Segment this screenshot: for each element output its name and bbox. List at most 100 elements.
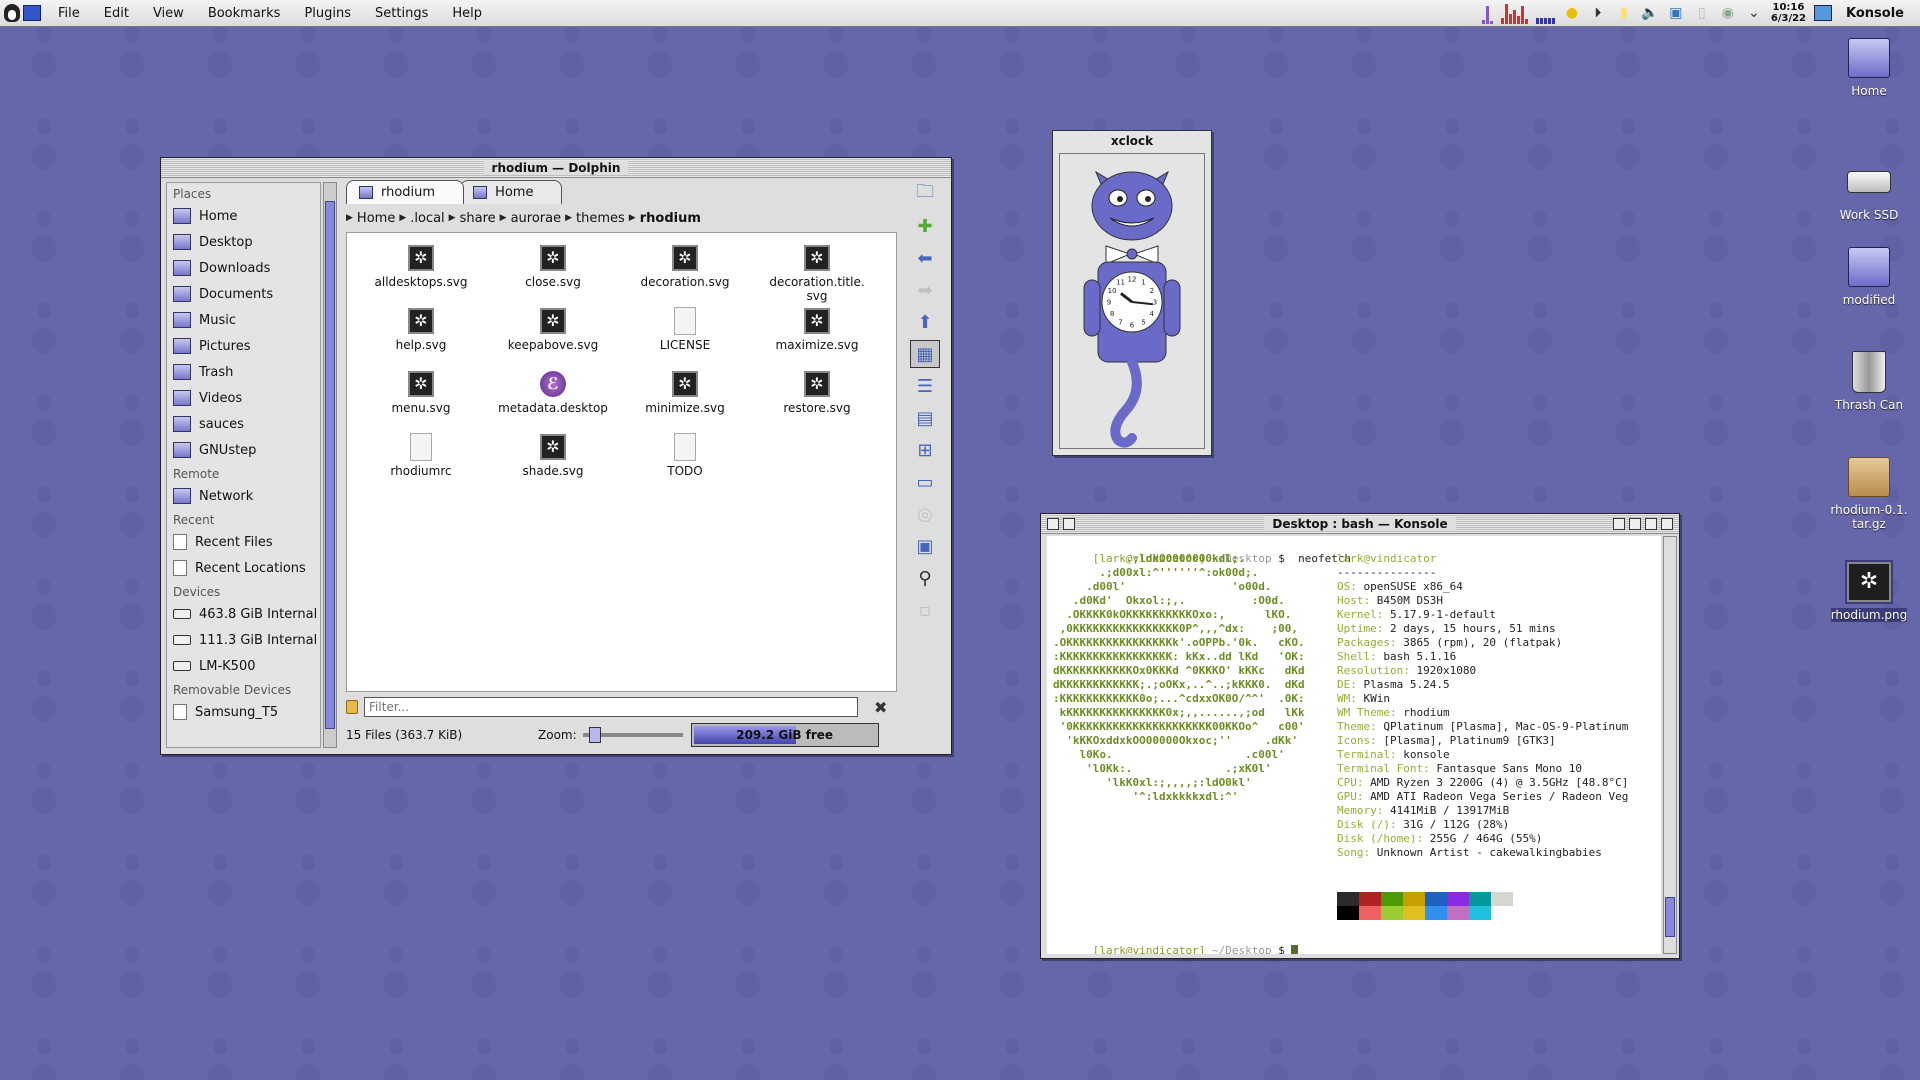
shade-button[interactable] (1661, 518, 1673, 530)
breadcrumb-segment[interactable]: ▶ rhodium (629, 211, 701, 226)
file-item[interactable]: ✲ help.svg (355, 306, 487, 369)
places-item-network[interactable]: Network (167, 483, 320, 509)
forward-icon[interactable]: ➡ (910, 276, 940, 304)
places-item-recent[interactable]: Recent Locations (167, 555, 320, 581)
tab-rhodium[interactable]: rhodium (346, 180, 465, 204)
menu-button[interactable] (1063, 518, 1075, 530)
icons-view-icon[interactable]: ▦ (910, 340, 940, 368)
breadcrumb-segment[interactable]: ▶ aurorae (500, 211, 561, 226)
file-item[interactable]: ✲ decoration.svg (619, 243, 751, 306)
file-item[interactable]: rhodiumrc (355, 432, 487, 495)
file-item[interactable]: ✲ decoration.title. svg (751, 243, 883, 306)
desktop-icon[interactable]: modified (1824, 245, 1914, 307)
back-icon[interactable]: ⬅ (910, 244, 940, 272)
scrollbar-thumb[interactable] (1665, 897, 1675, 937)
tab-home[interactable]: Home (460, 180, 563, 204)
places-item-device[interactable]: LM-K500 (167, 653, 320, 679)
search-icon[interactable]: ⚲ (910, 564, 940, 592)
file-item[interactable]: TODO (619, 432, 751, 495)
dolphin-titlebar[interactable]: rhodium — Dolphin (161, 158, 951, 178)
places-item-recent[interactable]: Recent Files (167, 529, 320, 555)
cpu-monitor-icon[interactable] (1500, 2, 1528, 24)
file-item[interactable]: LICENSE (619, 306, 751, 369)
wifi-icon[interactable]: ◉ (1719, 4, 1737, 22)
close-icon[interactable]: ✖ (874, 698, 887, 717)
lock-icon[interactable] (346, 700, 358, 714)
file-item[interactable]: ✲ maximize.svg (751, 306, 883, 369)
desktop-icon[interactable]: ✲ rhodium.png (1824, 560, 1914, 622)
add-icon[interactable]: ✚ (910, 212, 940, 240)
close-button[interactable] (1047, 518, 1059, 530)
menu-bookmarks[interactable]: Bookmarks (196, 0, 293, 27)
desktop-icon[interactable]: Home (1824, 36, 1914, 98)
desktop-icon[interactable]: rhodium-0.1. tar.gz (1824, 455, 1914, 531)
desktop-icon[interactable]: Work SSD (1824, 160, 1914, 222)
scrollbar-thumb[interactable] (325, 201, 335, 729)
xclock-title[interactable]: xclock (1053, 131, 1211, 151)
up-icon[interactable]: ⬆ (910, 308, 940, 336)
breadcrumb-segment[interactable]: ▶ themes (565, 211, 625, 226)
panel-icon[interactable]: ▣ (910, 532, 940, 560)
file-item[interactable]: ✲ minimize.svg (619, 369, 751, 432)
places-item-videos[interactable]: Videos (167, 385, 320, 411)
terminal-output[interactable]: [lark@vindicator] ~/Desktop $ neofetch .… (1047, 536, 1661, 954)
places-item-documents[interactable]: Documents (167, 281, 320, 307)
weather-sun-icon[interactable]: ● (1563, 4, 1581, 22)
file-item[interactable]: ✲ shade.svg (487, 432, 619, 495)
maximize-button[interactable] (1645, 518, 1657, 530)
places-item-device[interactable]: 463.8 GiB Internal ... (167, 601, 320, 627)
menu-settings[interactable]: Settings (363, 0, 440, 27)
menu-plugins[interactable]: Plugins (292, 0, 363, 27)
zoom-slider-knob[interactable] (588, 727, 601, 743)
terminal-icon[interactable]: ▫ (910, 596, 940, 624)
compact-view-icon[interactable]: ☰ (910, 372, 940, 400)
desktop-icon[interactable]: Thrash Can (1824, 350, 1914, 412)
help-button[interactable] (1613, 518, 1625, 530)
menu-file[interactable]: File (46, 0, 92, 27)
places-scrollbar[interactable] (323, 182, 337, 748)
network-monitor-icon[interactable] (1481, 2, 1493, 24)
breadcrumb-segment[interactable]: ▶ .local (399, 211, 444, 226)
file-item[interactable]: ✲ close.svg (487, 243, 619, 306)
konsole-app-icon[interactable] (1814, 5, 1833, 21)
places-item-sauces[interactable]: sauces (167, 411, 320, 437)
places-item-home[interactable]: Home (167, 203, 320, 229)
zoom-slider[interactable] (582, 727, 683, 743)
breadcrumb-segment[interactable]: ▶ share (449, 211, 496, 226)
clock[interactable]: 10:16 6/3/22 (1771, 2, 1806, 24)
memory-monitor-icon[interactable] (1535, 2, 1555, 24)
file-item[interactable]: ✲ keepabove.svg (487, 306, 619, 369)
split-view-icon[interactable]: ⊞ (910, 436, 940, 464)
details-view-icon[interactable]: ▤ (910, 404, 940, 432)
minimize-button[interactable] (1629, 518, 1641, 530)
places-item-removable[interactable]: Samsung_T5 (167, 699, 320, 725)
new-folder-icon[interactable]: 🗀 (910, 180, 940, 208)
places-item-device[interactable]: 111.3 GiB Internal ... (167, 627, 320, 653)
volume-icon[interactable]: 🔈 (1641, 4, 1659, 22)
battery-icon[interactable]: ▯ (1693, 4, 1711, 22)
places-item-downloads[interactable]: Downloads (167, 255, 320, 281)
show-hidden-icon[interactable]: ◎ (910, 500, 940, 528)
preview-icon[interactable]: ▭ (910, 468, 940, 496)
menu-view[interactable]: View (141, 0, 196, 27)
konsole-titlebar[interactable]: Desktop : bash — Konsole (1041, 514, 1679, 534)
file-item[interactable]: ✲ restore.svg (751, 369, 883, 432)
filter-input[interactable] (364, 697, 858, 717)
free-space-bar[interactable]: 209.2 GiB free (690, 723, 879, 747)
media-play-icon[interactable]: ⏵ (1589, 4, 1607, 22)
breadcrumb-segment[interactable]: ▶ Home (346, 211, 395, 226)
places-item-gnustep[interactable]: GNUstep (167, 437, 320, 463)
menu-help[interactable]: Help (440, 0, 494, 27)
menu-edit[interactable]: Edit (92, 0, 141, 27)
display-icon[interactable]: ▣ (1667, 4, 1685, 22)
terminal-scrollbar[interactable] (1663, 536, 1677, 954)
app-launcher[interactable] (0, 0, 46, 27)
places-item-music[interactable]: Music (167, 307, 320, 333)
places-item-desktop[interactable]: Desktop (167, 229, 320, 255)
active-app-name[interactable]: Konsole (1840, 6, 1910, 21)
file-view[interactable]: ✲ alldesktops.svg ✲ close.svg ✲ decoration.sv… (346, 232, 897, 692)
clipboard-icon[interactable]: ▮ (1615, 4, 1633, 22)
file-item[interactable]: ✲ menu.svg (355, 369, 487, 432)
file-item[interactable]: ✲ alldesktops.svg (355, 243, 487, 306)
chevron-down-icon[interactable]: ⌄ (1745, 4, 1763, 22)
